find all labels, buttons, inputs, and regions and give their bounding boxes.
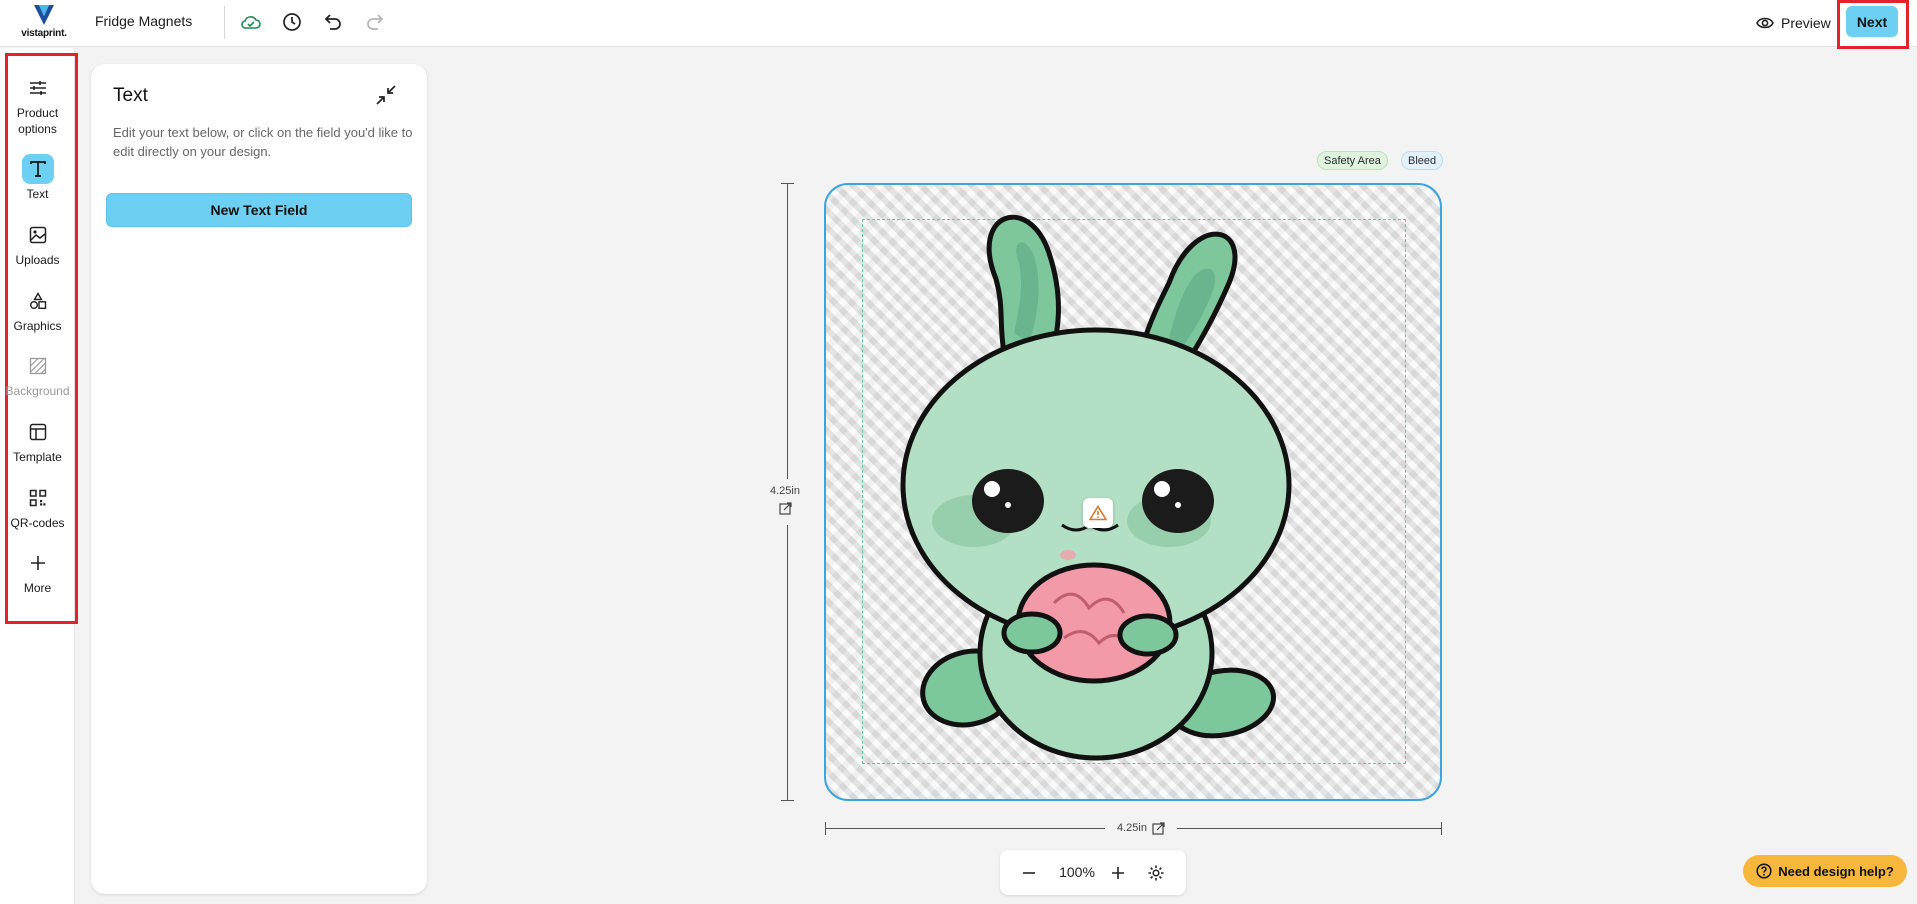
sidebar-item-label: Text xyxy=(26,187,49,201)
height-label: 4.25in xyxy=(770,485,800,497)
next-button[interactable]: Next xyxy=(1846,6,1898,37)
zoom-out-icon[interactable] xyxy=(1017,861,1041,885)
eye-icon xyxy=(1756,17,1774,29)
sidebar-item-label: More xyxy=(23,581,52,595)
panel-description: Edit your text below, or click on the fi… xyxy=(113,125,413,159)
sidebar-item-qr-codes[interactable]: QR-codes xyxy=(4,483,71,531)
collapse-icon[interactable] xyxy=(375,84,397,106)
sidebar-item-label: Uploads xyxy=(15,253,60,267)
sidebar-item-label: Template xyxy=(13,450,62,464)
safety-area-toggle[interactable]: Safety Area xyxy=(1317,151,1388,170)
sidebar-item-text[interactable]: Text xyxy=(4,154,71,202)
sidebar-item-label: Background xyxy=(5,384,70,398)
image-icon xyxy=(22,220,54,250)
zoom-controls: 100% xyxy=(1000,850,1186,895)
sidebar-item-background[interactable]: Background xyxy=(0,351,75,399)
zoom-level[interactable]: 100% xyxy=(1052,864,1102,880)
preview-label: Preview xyxy=(1781,15,1831,31)
document-title[interactable]: Fridge Magnets xyxy=(95,13,192,29)
sidebar-item-uploads[interactable]: Uploads xyxy=(4,220,71,268)
sidebar-item-label: options xyxy=(18,122,57,136)
hatch-icon xyxy=(22,351,54,381)
dimension-cap xyxy=(1441,822,1442,835)
bunny-image[interactable] xyxy=(824,183,1442,801)
new-text-field-button[interactable]: New Text Field xyxy=(106,193,412,227)
logo-text: vistaprint. xyxy=(21,28,67,39)
redo-icon[interactable] xyxy=(362,9,388,35)
zoom-in-icon[interactable] xyxy=(1106,861,1130,885)
undo-icon[interactable] xyxy=(320,9,346,35)
preview-button[interactable]: Preview xyxy=(1756,11,1831,35)
edit-size-icon[interactable] xyxy=(1152,821,1165,835)
sidebar-item-graphics[interactable]: Graphics xyxy=(4,286,71,334)
vistaprint-logo[interactable]: vistaprint. xyxy=(18,3,70,41)
gear-icon[interactable] xyxy=(1144,861,1168,885)
help-label: Need design help? xyxy=(1778,863,1894,879)
width-label: 4.25in xyxy=(1117,822,1147,834)
sidebar-item-label: Graphics xyxy=(13,319,62,333)
plus-icon xyxy=(22,548,54,578)
panel-title: Text xyxy=(113,85,148,106)
bleed-toggle[interactable]: Bleed xyxy=(1401,151,1444,170)
shapes-icon xyxy=(22,286,54,316)
layout-icon xyxy=(22,417,54,447)
sidebar-item-label: Product xyxy=(16,106,59,120)
sidebar-item-product-options[interactable]: Product options xyxy=(4,73,71,137)
text-icon xyxy=(21,154,54,184)
top-bar: vistaprint. Fridge Magnets Preview Next xyxy=(0,0,1917,49)
logo-mark-icon xyxy=(34,5,54,25)
width-dimension[interactable]: 4.25in xyxy=(1105,819,1177,837)
history-icon[interactable] xyxy=(279,9,305,35)
warning-icon xyxy=(1089,505,1107,521)
dimension-cap xyxy=(781,800,794,801)
sidebar-item-template[interactable]: Template xyxy=(4,417,71,465)
cloud-saved-icon[interactable] xyxy=(238,9,264,35)
height-dimension[interactable]: 4.25in xyxy=(760,479,810,525)
sidebar-item-label: QR-codes xyxy=(10,516,65,530)
help-icon xyxy=(1756,863,1772,879)
dimension-cap xyxy=(825,822,826,835)
sliders-icon xyxy=(22,73,54,103)
qr-icon xyxy=(22,483,54,513)
sidebar-highlight-frame xyxy=(5,53,78,624)
toolbar-divider xyxy=(224,6,225,39)
edit-size-icon[interactable] xyxy=(778,502,792,515)
low-resolution-warning[interactable] xyxy=(1083,498,1113,528)
dimension-cap xyxy=(781,183,794,184)
text-panel: Text Edit your text below, or click on t… xyxy=(91,64,427,894)
sidebar-item-more[interactable]: More xyxy=(4,548,71,596)
need-design-help-button[interactable]: Need design help? xyxy=(1743,855,1907,887)
